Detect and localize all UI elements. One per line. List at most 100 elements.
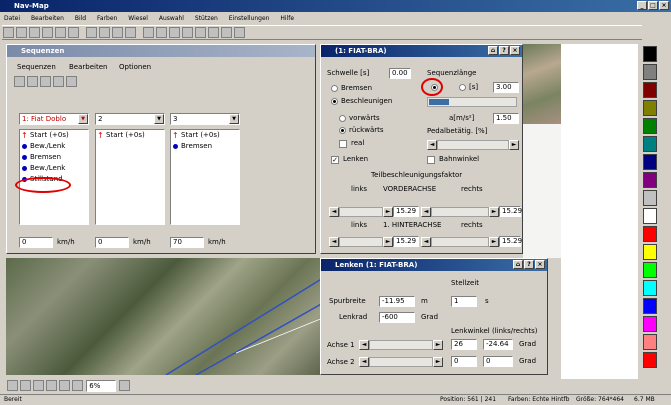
menu-farben[interactable]: Farben — [97, 15, 117, 22]
pen-icon[interactable] — [59, 380, 70, 391]
chevron-down-icon[interactable]: ▼ — [229, 114, 239, 124]
front-right-left-arrow[interactable]: ◄ — [421, 207, 431, 217]
delete-seq-icon[interactable] — [66, 76, 77, 87]
zoom-combo[interactable]: 6% — [86, 379, 117, 392]
front-left-arrow[interactable]: ◄ — [329, 207, 339, 217]
menu-hilfe[interactable]: Hilfe — [280, 15, 294, 22]
rear-right-left-arrow[interactable]: ◄ — [421, 237, 431, 247]
rect-icon[interactable] — [20, 380, 31, 391]
pin-icon[interactable]: ⌂ — [513, 260, 523, 269]
lenkrad-input[interactable]: -600 — [379, 312, 415, 323]
chevron-down-icon[interactable]: ▼ — [78, 114, 88, 124]
pedal-left-arrow[interactable]: ◄ — [427, 140, 437, 150]
rear-left-slider[interactable] — [339, 237, 383, 247]
seq-slider[interactable] — [427, 97, 517, 107]
axle2-slider[interactable] — [369, 357, 433, 367]
sequence-item[interactable]: Bew./Lenk — [20, 141, 88, 152]
schwelle-input[interactable]: 0.00 — [389, 68, 411, 79]
rear-right-input[interactable]: 15.29 — [499, 236, 522, 247]
sequence-item[interactable]: ↑ Start (+0s) — [171, 130, 239, 141]
pointer-icon[interactable] — [7, 380, 18, 391]
axle2-left-input[interactable]: 0 — [451, 356, 477, 367]
save-icon[interactable] — [29, 27, 40, 38]
front-right-arrow[interactable]: ► — [489, 207, 499, 217]
color-swatch[interactable] — [643, 172, 657, 188]
delete-icon[interactable] — [125, 27, 136, 38]
maximize-button[interactable]: □ — [648, 1, 658, 10]
seq-menu-optionen[interactable]: Optionen — [119, 63, 151, 72]
minimize-button[interactable]: _ — [637, 1, 647, 10]
pedal-right-arrow[interactable]: ► — [509, 140, 519, 150]
vehicle-combo-3[interactable]: 3 ▼ — [170, 113, 240, 125]
color-swatch[interactable] — [643, 316, 657, 332]
color-swatch[interactable] — [643, 100, 657, 116]
front-left-slider[interactable] — [339, 207, 383, 217]
color-swatch[interactable] — [643, 64, 657, 80]
color-swatch[interactable] — [643, 190, 657, 206]
new-file-icon[interactable] — [3, 27, 14, 38]
axle2-right-arrow[interactable]: ► — [433, 357, 443, 367]
color-swatch[interactable] — [643, 298, 657, 314]
menu-datei[interactable]: Datei — [4, 15, 20, 22]
seq-length-input[interactable]: 3.00 — [493, 82, 519, 93]
vorwaerts-radio[interactable] — [339, 115, 346, 122]
map-canvas-right[interactable] — [523, 44, 561, 124]
rueckwaerts-radio[interactable] — [339, 127, 346, 134]
zoom-out-icon[interactable] — [182, 27, 193, 38]
help-icon[interactable] — [234, 27, 245, 38]
rate-input[interactable]: 1.50 — [493, 113, 519, 124]
color-swatch[interactable] — [643, 136, 657, 152]
seq-menu-bearbeiten[interactable]: Bearbeiten — [69, 63, 107, 72]
axle1-left-arrow[interactable]: ◄ — [359, 340, 369, 350]
axle1-left-input[interactable]: 26 — [451, 339, 477, 350]
pedal-slider[interactable] — [437, 140, 509, 150]
speed-input-3[interactable]: 70 — [170, 237, 204, 248]
color-swatch[interactable] — [643, 46, 657, 62]
color-swatch[interactable] — [643, 82, 657, 98]
rear-right-arrow[interactable]: ► — [489, 237, 499, 247]
bremsen-radio[interactable] — [331, 85, 338, 92]
vehicle-icon[interactable] — [14, 76, 25, 87]
sequence-item[interactable]: ↑ Start (+0s) — [96, 130, 164, 141]
chevron-down-icon[interactable]: ▼ — [154, 114, 164, 124]
rear-left-right-arrow[interactable]: ► — [383, 237, 393, 247]
open-folder-icon[interactable] — [16, 27, 27, 38]
real-checkbox[interactable] — [339, 140, 347, 148]
sequence-item[interactable]: Bremsen — [171, 141, 239, 152]
color-swatch[interactable] — [643, 262, 657, 278]
axle2-right-input[interactable]: 0 — [483, 356, 513, 367]
color-swatch[interactable] — [643, 226, 657, 242]
print-icon[interactable] — [42, 27, 53, 38]
speed-input-1[interactable]: 0 — [19, 237, 53, 248]
color-swatch[interactable] — [643, 118, 657, 134]
close-icon[interactable]: × — [535, 260, 545, 269]
front-right-input[interactable]: 15.29 — [499, 206, 522, 217]
map-canvas[interactable] — [6, 258, 323, 375]
axle1-right-input[interactable]: -24.64 — [483, 339, 513, 350]
front-left-input[interactable]: 15.29 — [393, 206, 419, 217]
vehicle-combo-1[interactable]: 1: Fiat Doblo ▼ — [19, 113, 89, 125]
color-swatch[interactable] — [643, 154, 657, 170]
copy-seq-icon[interactable] — [40, 76, 51, 87]
pin-icon[interactable]: ⌂ — [488, 46, 498, 55]
speed-input-2[interactable]: 0 — [95, 237, 129, 248]
brush-icon[interactable] — [119, 380, 131, 391]
select-icon[interactable] — [208, 27, 219, 38]
front-right-slider[interactable] — [431, 207, 489, 217]
rear-left-input[interactable]: 15.29 — [393, 236, 419, 247]
camera-icon[interactable] — [68, 27, 79, 38]
axle1-slider[interactable] — [369, 340, 433, 350]
menu-auswahl[interactable]: Auswahl — [159, 15, 184, 22]
sequence-item[interactable]: Bew./Lenk — [20, 163, 88, 174]
bahn-checkbox[interactable] — [427, 156, 435, 164]
color-swatch[interactable] — [643, 244, 657, 260]
dauer-input[interactable]: 1 — [451, 296, 477, 307]
help-icon[interactable]: ? — [524, 260, 534, 269]
beschleunigen-radio[interactable] — [331, 98, 338, 105]
cut-icon[interactable] — [86, 27, 97, 38]
line-icon[interactable] — [72, 380, 83, 391]
menu-bearbeiten[interactable]: Bearbeiten — [31, 15, 64, 22]
paste-icon[interactable] — [112, 27, 123, 38]
sequence-list-2[interactable]: ↑ Start (+0s) — [95, 129, 165, 225]
close-button[interactable]: × — [659, 1, 669, 10]
